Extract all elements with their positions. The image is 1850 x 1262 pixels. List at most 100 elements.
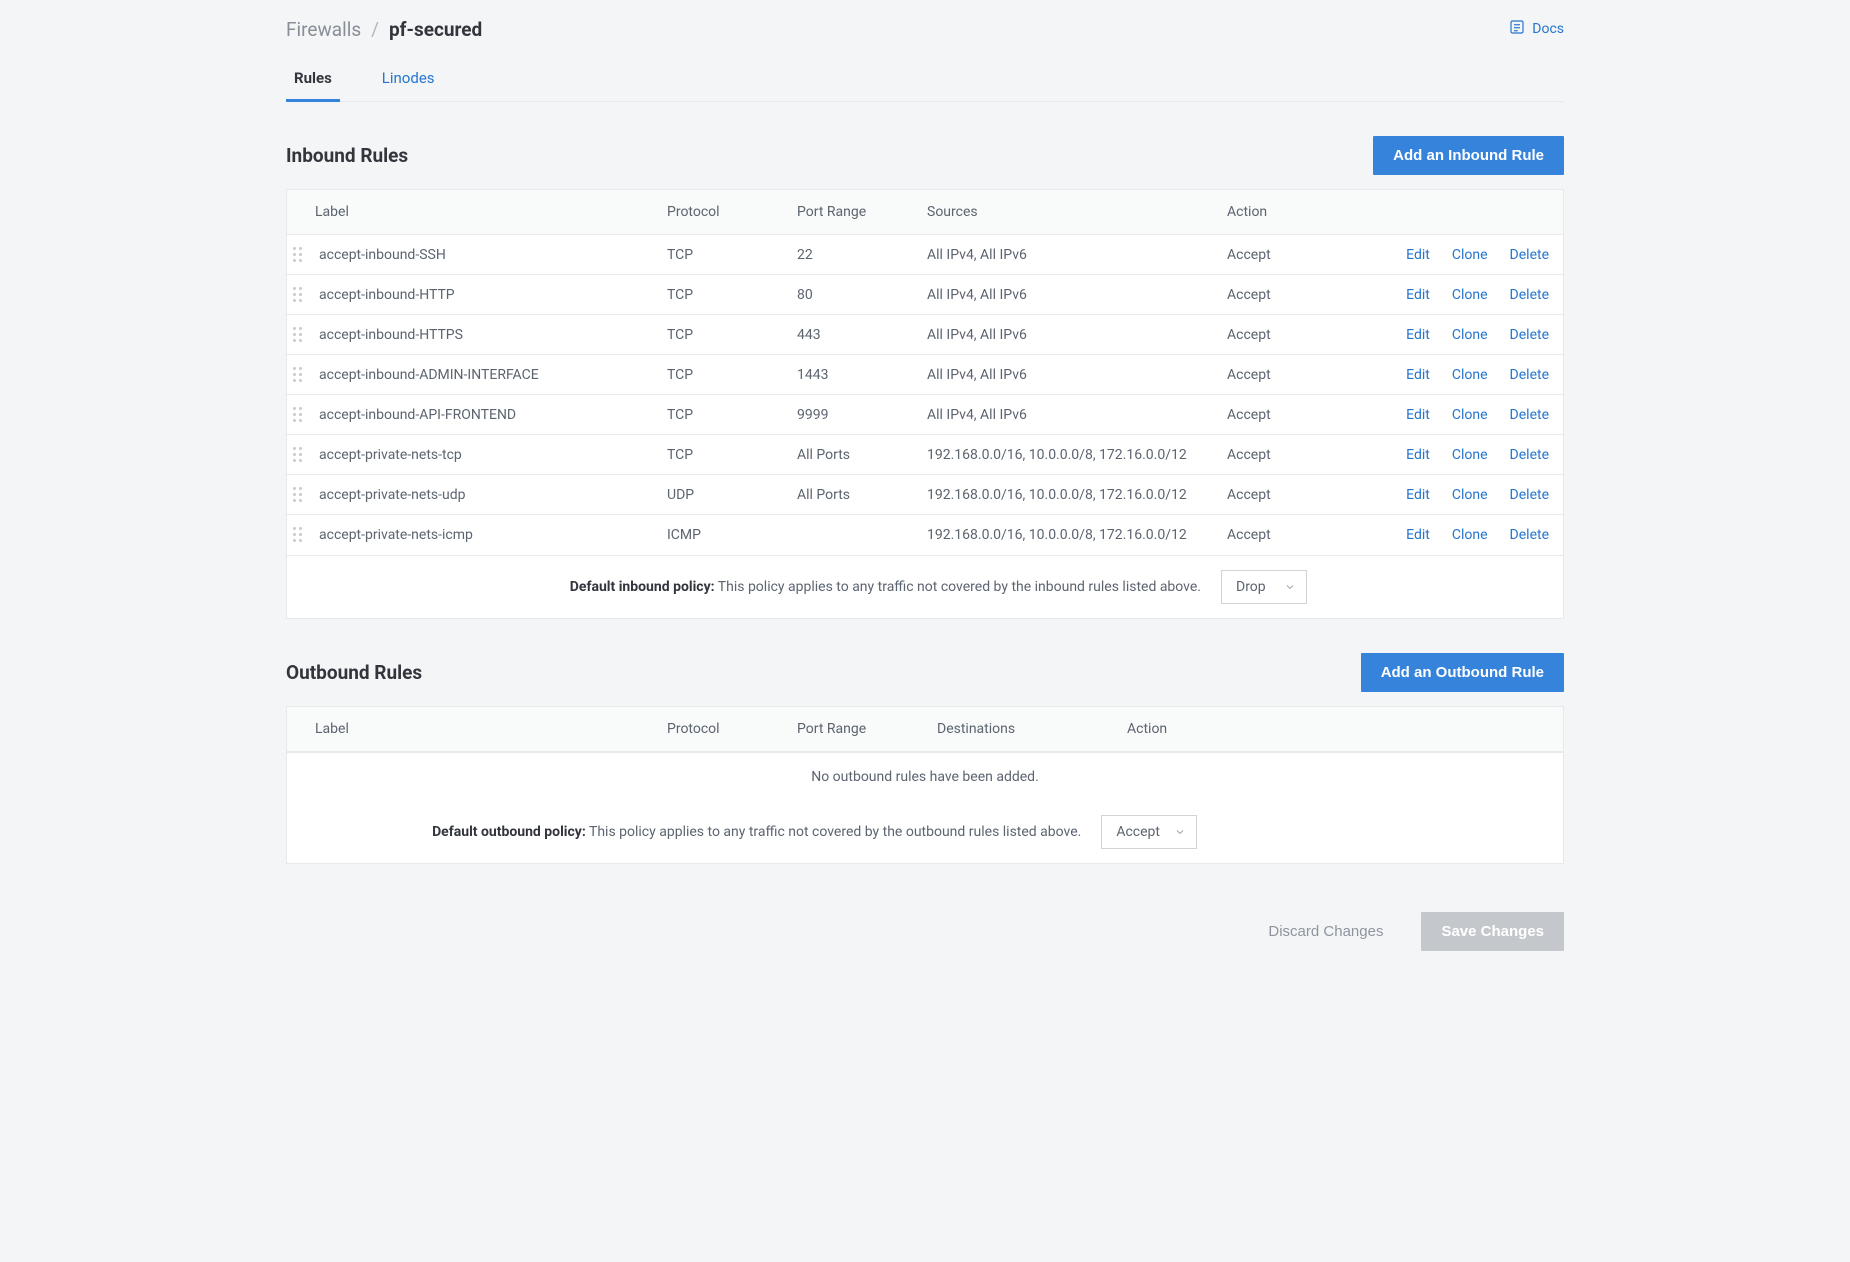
docs-link[interactable]: Docs (1508, 18, 1564, 40)
inbound-policy-select[interactable]: Drop (1221, 570, 1307, 604)
drag-handle-icon[interactable] (287, 327, 309, 343)
table-row: accept-inbound-ADMIN-INTERFACETCP1443All… (287, 355, 1563, 395)
discard-changes-button[interactable]: Discard Changes (1248, 912, 1403, 951)
rule-protocol: UDP (657, 477, 787, 513)
breadcrumb-separator: / (371, 18, 379, 41)
rule-sources: 192.168.0.0/16, 10.0.0.0/8, 172.16.0.0/1… (917, 517, 1217, 553)
rule-action: Accept (1217, 317, 1317, 353)
add-outbound-rule-button[interactable]: Add an Outbound Rule (1361, 653, 1564, 692)
col-header-sources: Sources (917, 190, 1217, 234)
delete-link[interactable]: Delete (1510, 367, 1549, 383)
clone-link[interactable]: Clone (1452, 527, 1488, 543)
outbound-section: Outbound Rules Add an Outbound Rule Labe… (286, 653, 1564, 864)
rule-port (787, 525, 917, 545)
rule-label: accept-inbound-ADMIN-INTERFACE (309, 357, 657, 393)
edit-link[interactable]: Edit (1406, 247, 1430, 263)
rule-protocol: TCP (657, 317, 787, 353)
edit-link[interactable]: Edit (1406, 447, 1430, 463)
col-header-label: Label (287, 190, 657, 234)
table-row: accept-inbound-API-FRONTENDTCP9999All IP… (287, 395, 1563, 435)
tab-linodes[interactable]: Linodes (374, 59, 443, 102)
table-row: accept-inbound-HTTPTCP80All IPv4, All IP… (287, 275, 1563, 315)
edit-link[interactable]: Edit (1406, 527, 1430, 543)
rule-sources: 192.168.0.0/16, 10.0.0.0/8, 172.16.0.0/1… (917, 477, 1217, 513)
rule-label: accept-private-nets-tcp (309, 437, 657, 473)
table-row: accept-private-nets-tcpTCPAll Ports192.1… (287, 435, 1563, 475)
rule-action: Accept (1217, 477, 1317, 513)
rule-port: 9999 (787, 397, 917, 433)
tab-bar: Rules Linodes (286, 59, 1564, 102)
col-header-protocol: Protocol (657, 707, 787, 751)
rule-port: 1443 (787, 357, 917, 393)
table-row: accept-private-nets-icmpICMP192.168.0.0/… (287, 515, 1563, 555)
drag-handle-icon[interactable] (287, 487, 309, 503)
delete-link[interactable]: Delete (1510, 287, 1549, 303)
rule-port: All Ports (787, 477, 917, 513)
rule-sources: 192.168.0.0/16, 10.0.0.0/8, 172.16.0.0/1… (917, 437, 1217, 473)
rule-action: Accept (1217, 277, 1317, 313)
clone-link[interactable]: Clone (1452, 287, 1488, 303)
add-inbound-rule-button[interactable]: Add an Inbound Rule (1373, 136, 1564, 175)
drag-handle-icon[interactable] (287, 367, 309, 383)
col-header-label: Label (287, 707, 657, 751)
delete-link[interactable]: Delete (1510, 327, 1549, 343)
edit-link[interactable]: Edit (1406, 367, 1430, 383)
clone-link[interactable]: Clone (1452, 247, 1488, 263)
chevron-down-icon (1174, 826, 1186, 838)
rule-port: 80 (787, 277, 917, 313)
delete-link[interactable]: Delete (1510, 247, 1549, 263)
delete-link[interactable]: Delete (1510, 487, 1549, 503)
rule-protocol: TCP (657, 277, 787, 313)
clone-link[interactable]: Clone (1452, 367, 1488, 383)
clone-link[interactable]: Clone (1452, 487, 1488, 503)
drag-handle-icon[interactable] (287, 527, 309, 543)
clone-link[interactable]: Clone (1452, 407, 1488, 423)
delete-link[interactable]: Delete (1510, 447, 1549, 463)
drag-handle-icon[interactable] (287, 247, 309, 263)
tab-rules[interactable]: Rules (286, 59, 340, 102)
outbound-policy-value: Accept (1116, 824, 1160, 840)
inbound-policy-value: Drop (1236, 579, 1266, 595)
outbound-title: Outbound Rules (286, 661, 422, 684)
page-title: pf-secured (389, 18, 482, 41)
drag-handle-icon[interactable] (287, 287, 309, 303)
rule-label: accept-inbound-API-FRONTEND (309, 397, 657, 433)
edit-link[interactable]: Edit (1406, 407, 1430, 423)
outbound-policy-select[interactable]: Accept (1101, 815, 1197, 849)
clone-link[interactable]: Clone (1452, 447, 1488, 463)
col-header-port: Port Range (787, 190, 917, 234)
chevron-down-icon (1284, 581, 1296, 593)
table-row: accept-inbound-HTTPSTCP443All IPv4, All … (287, 315, 1563, 355)
edit-link[interactable]: Edit (1406, 327, 1430, 343)
inbound-table: Label Protocol Port Range Sources Action… (286, 189, 1564, 556)
rule-action: Accept (1217, 397, 1317, 433)
clone-link[interactable]: Clone (1452, 327, 1488, 343)
rule-label: accept-inbound-SSH (309, 237, 657, 273)
save-changes-button[interactable]: Save Changes (1421, 912, 1564, 951)
rule-protocol: TCP (657, 397, 787, 433)
drag-handle-icon[interactable] (287, 407, 309, 423)
delete-link[interactable]: Delete (1510, 527, 1549, 543)
table-row: accept-inbound-SSHTCP22All IPv4, All IPv… (287, 235, 1563, 275)
rule-sources: All IPv4, All IPv6 (917, 277, 1217, 313)
rule-label: accept-private-nets-udp (309, 477, 657, 513)
rule-action: Accept (1217, 517, 1317, 553)
breadcrumb-parent[interactable]: Firewalls (286, 18, 361, 41)
edit-link[interactable]: Edit (1406, 287, 1430, 303)
outbound-policy-row: Default outbound policy: This policy app… (286, 801, 1564, 864)
rule-protocol: ICMP (657, 517, 787, 553)
inbound-title: Inbound Rules (286, 144, 408, 167)
table-row: accept-private-nets-udpUDPAll Ports192.1… (287, 475, 1563, 515)
inbound-policy-text: This policy applies to any traffic not c… (718, 579, 1201, 595)
rule-action: Accept (1217, 357, 1317, 393)
drag-handle-icon[interactable] (287, 447, 309, 463)
delete-link[interactable]: Delete (1510, 407, 1549, 423)
rule-sources: All IPv4, All IPv6 (917, 237, 1217, 273)
edit-link[interactable]: Edit (1406, 487, 1430, 503)
docs-label: Docs (1532, 21, 1564, 37)
outbound-policy-label: Default outbound policy: (432, 824, 586, 840)
rule-sources: All IPv4, All IPv6 (917, 317, 1217, 353)
inbound-policy-label: Default inbound policy: (570, 579, 715, 595)
rule-port: 22 (787, 237, 917, 273)
rule-sources: All IPv4, All IPv6 (917, 357, 1217, 393)
